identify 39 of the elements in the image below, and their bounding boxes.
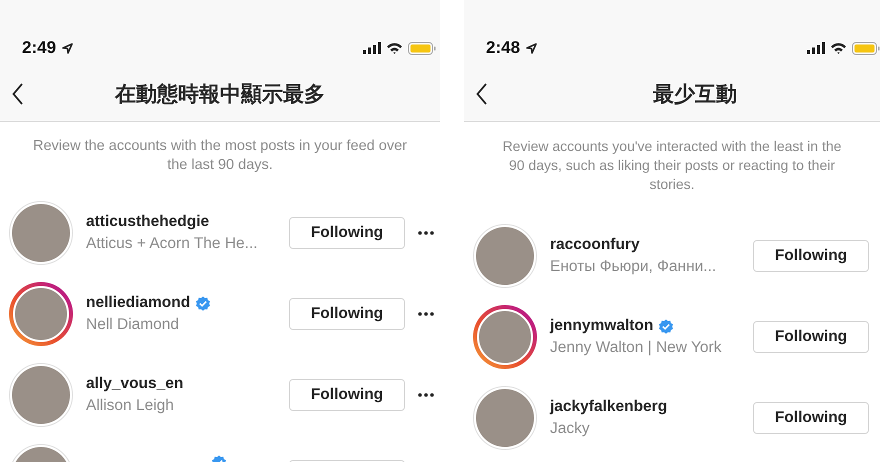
following-button[interactable]: Following xyxy=(753,321,869,353)
username-link[interactable]: atticusthehedgie xyxy=(86,213,210,231)
following-button[interactable]: Following xyxy=(289,379,405,411)
following-button[interactable]: Following xyxy=(289,217,405,249)
full-name: Еноты Фьюри, Фанни... xyxy=(550,258,718,276)
more-options-icon[interactable] xyxy=(418,393,434,397)
avatar-photo-placeholder[interactable] xyxy=(473,386,537,450)
description-text: Review the accounts with the most posts in your feed over the last 90 days. xyxy=(32,137,408,175)
full-name: Jenny Walton | New York xyxy=(550,339,722,357)
full-name: Allison Leigh xyxy=(86,397,175,415)
avatar-photo-placeholder[interactable] xyxy=(473,224,537,288)
username-link[interactable]: raccoonfury xyxy=(550,236,640,254)
screen-title: 最少互動 xyxy=(652,82,738,108)
battery-icon xyxy=(852,42,880,54)
username-link[interactable]: nelliediamond xyxy=(86,294,190,312)
screen-title: 在動態時報中顯示最多 xyxy=(114,82,326,108)
status-time: 2:49 xyxy=(22,38,56,58)
description-text: Review accounts you've interacted with the least in the 90 days, such as liking their posts or reacting to their stories. xyxy=(502,137,842,194)
more-options-icon[interactable] xyxy=(418,231,434,235)
more-options-icon[interactable] xyxy=(418,312,434,316)
username-link[interactable]: jackyfalkenberg xyxy=(550,398,668,416)
full-name: Nell Diamond xyxy=(86,316,180,334)
full-name: Jacky xyxy=(550,420,591,438)
avatar-photo-placeholder[interactable] xyxy=(9,363,73,427)
battery-icon xyxy=(408,42,436,54)
wifi-icon xyxy=(386,42,403,54)
signal-icon xyxy=(807,42,825,54)
username-link[interactable]: jennymwalton xyxy=(550,317,654,335)
wifi-icon xyxy=(830,42,847,54)
avatar-photo-placeholder[interactable] xyxy=(9,201,73,265)
status-time: 2:48 xyxy=(486,38,520,58)
following-button[interactable]: Following xyxy=(289,298,405,330)
full-name: Atticus + Acorn The He... xyxy=(86,235,259,253)
following-button[interactable]: Following xyxy=(753,402,869,434)
username-link[interactable]: ally_vous_en xyxy=(86,375,184,393)
following-button[interactable]: Following xyxy=(753,240,869,272)
location-arrow-icon xyxy=(62,42,74,54)
signal-icon xyxy=(363,42,381,54)
location-arrow-icon xyxy=(526,42,538,54)
